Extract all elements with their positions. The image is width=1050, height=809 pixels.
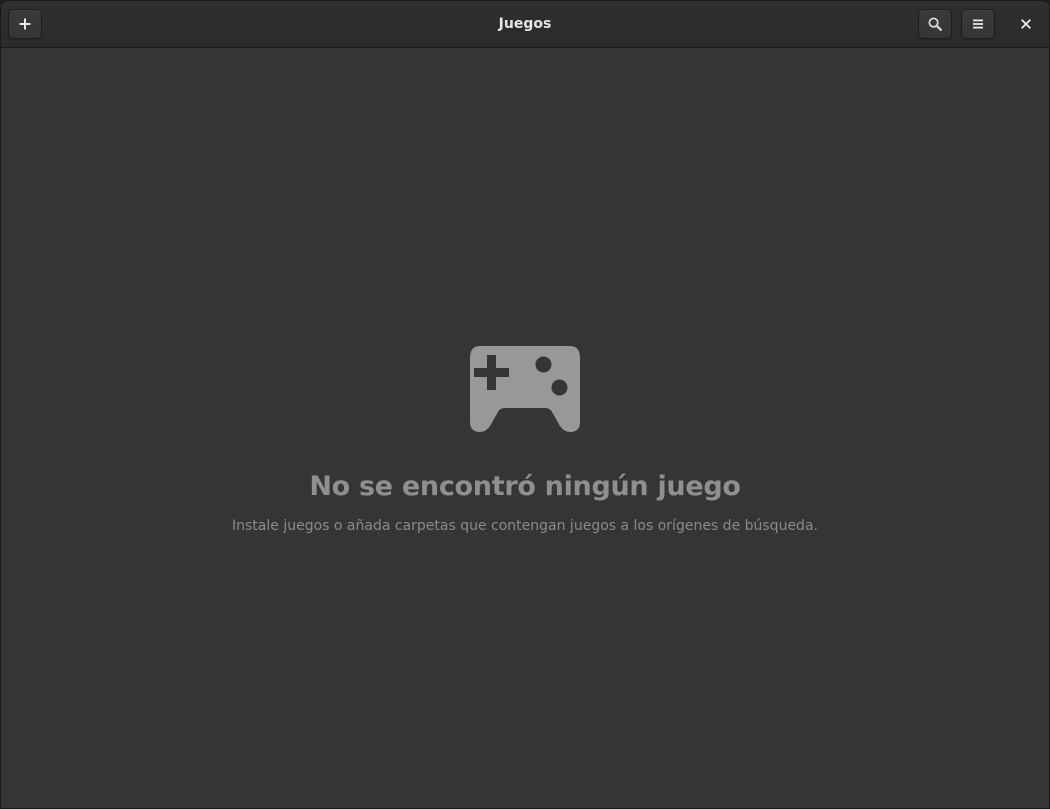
- window-title: Juegos: [498, 16, 552, 32]
- header-bar: Juegos: [1, 1, 1049, 48]
- add-game-button[interactable]: [8, 9, 42, 39]
- plus-icon: [19, 18, 31, 30]
- gamepad-icon: [470, 346, 580, 432]
- empty-state: No se encontró ningún juego Instale jueg…: [1, 344, 1049, 535]
- search-button[interactable]: [918, 9, 952, 39]
- hamburger-menu-icon: [973, 19, 983, 29]
- main-menu-button[interactable]: [961, 9, 995, 39]
- app-window: Juegos No se encontró ningún juego Insta…: [0, 0, 1050, 809]
- empty-state-description: Instale juegos o añada carpetas que cont…: [232, 518, 818, 534]
- search-icon: [928, 17, 942, 31]
- game-collection-area: No se encontró ningún juego Instale jueg…: [1, 48, 1049, 808]
- close-window-button[interactable]: [1011, 9, 1041, 39]
- close-icon: [1021, 19, 1031, 29]
- empty-state-title: No se encontró ningún juego: [309, 471, 741, 502]
